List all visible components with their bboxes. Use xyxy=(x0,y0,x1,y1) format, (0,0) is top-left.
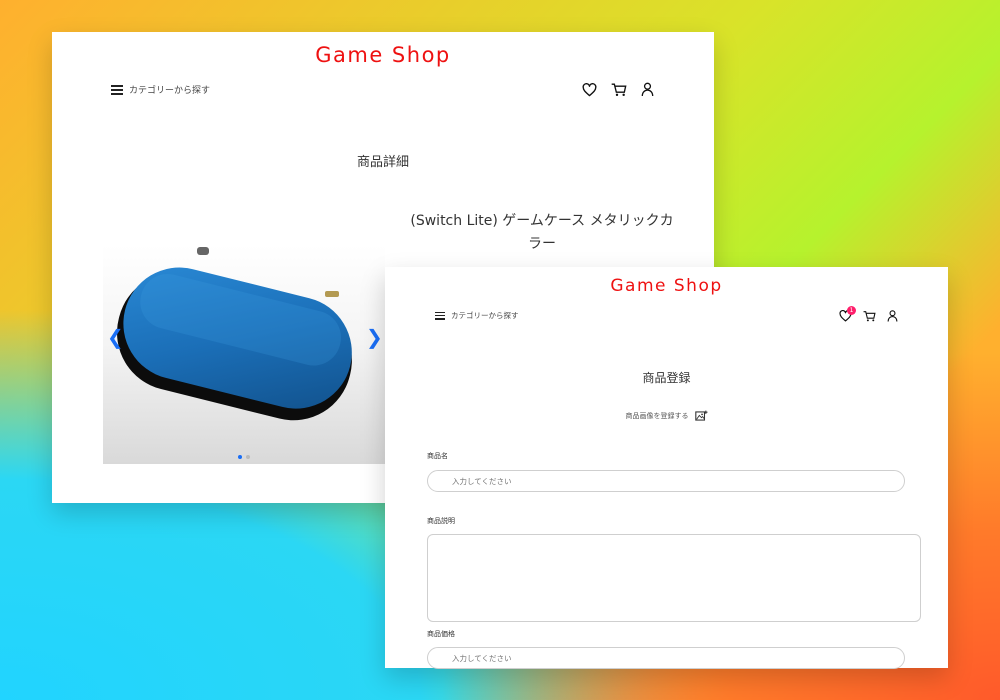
product-image-carousel[interactable]: ❮ ❯ xyxy=(103,245,385,464)
image-register-button[interactable]: 商品画像を登録する xyxy=(385,410,948,422)
menu-icon[interactable] xyxy=(111,84,123,95)
category-menu[interactable]: カテゴリーから探す xyxy=(111,83,210,96)
product-name-line-2: ラー xyxy=(528,236,556,252)
carousel-dot-2[interactable] xyxy=(246,455,250,459)
product-price-input[interactable] xyxy=(427,647,905,669)
image-register-label: 商品画像を登録する xyxy=(625,412,689,420)
product-price-label: 商品価格 xyxy=(427,630,455,638)
add-image-icon[interactable] xyxy=(694,410,708,422)
header-icons: 1 xyxy=(839,306,898,322)
product-description-textarea[interactable] xyxy=(427,534,921,622)
product-name-line-1: (Switch Lite) ゲームケース メタリックカ xyxy=(410,213,674,229)
favorites-badge: 1 xyxy=(847,306,856,315)
category-menu-label: カテゴリーから探す xyxy=(451,311,519,320)
chevron-right-icon[interactable]: ❯ xyxy=(366,325,383,349)
cart-icon[interactable] xyxy=(611,82,627,97)
category-menu[interactable]: カテゴリーから探す xyxy=(435,310,519,321)
page-title: 商品登録 xyxy=(642,371,691,385)
heart-icon[interactable]: 1 xyxy=(839,306,856,322)
chevron-left-icon[interactable]: ❮ xyxy=(107,325,124,349)
heart-icon[interactable] xyxy=(582,82,597,97)
product-image xyxy=(117,247,352,421)
cart-icon[interactable] xyxy=(863,310,876,322)
menu-icon[interactable] xyxy=(435,311,445,320)
category-menu-label: カテゴリーから探す xyxy=(129,86,211,96)
carousel-indicators xyxy=(103,455,385,459)
page-title: 商品詳細 xyxy=(356,155,409,170)
carousel-dot-1[interactable] xyxy=(238,455,242,459)
header-icons xyxy=(582,82,654,97)
product-register-window: Game Shop カテゴリーから探す 1 商品登録 商品画像を登録する 商品名… xyxy=(385,267,948,669)
product-name-label: 商品名 xyxy=(427,452,448,460)
shop-logo[interactable]: Game Shop xyxy=(385,276,948,296)
product-description-label: 商品説明 xyxy=(427,517,455,525)
shop-logo[interactable]: Game Shop xyxy=(52,43,714,67)
product-name-input[interactable] xyxy=(427,470,905,492)
product-name: (Switch Lite) ゲームケース メタリックカ ラー xyxy=(392,210,692,256)
user-icon[interactable] xyxy=(887,310,898,322)
user-icon[interactable] xyxy=(641,82,654,97)
